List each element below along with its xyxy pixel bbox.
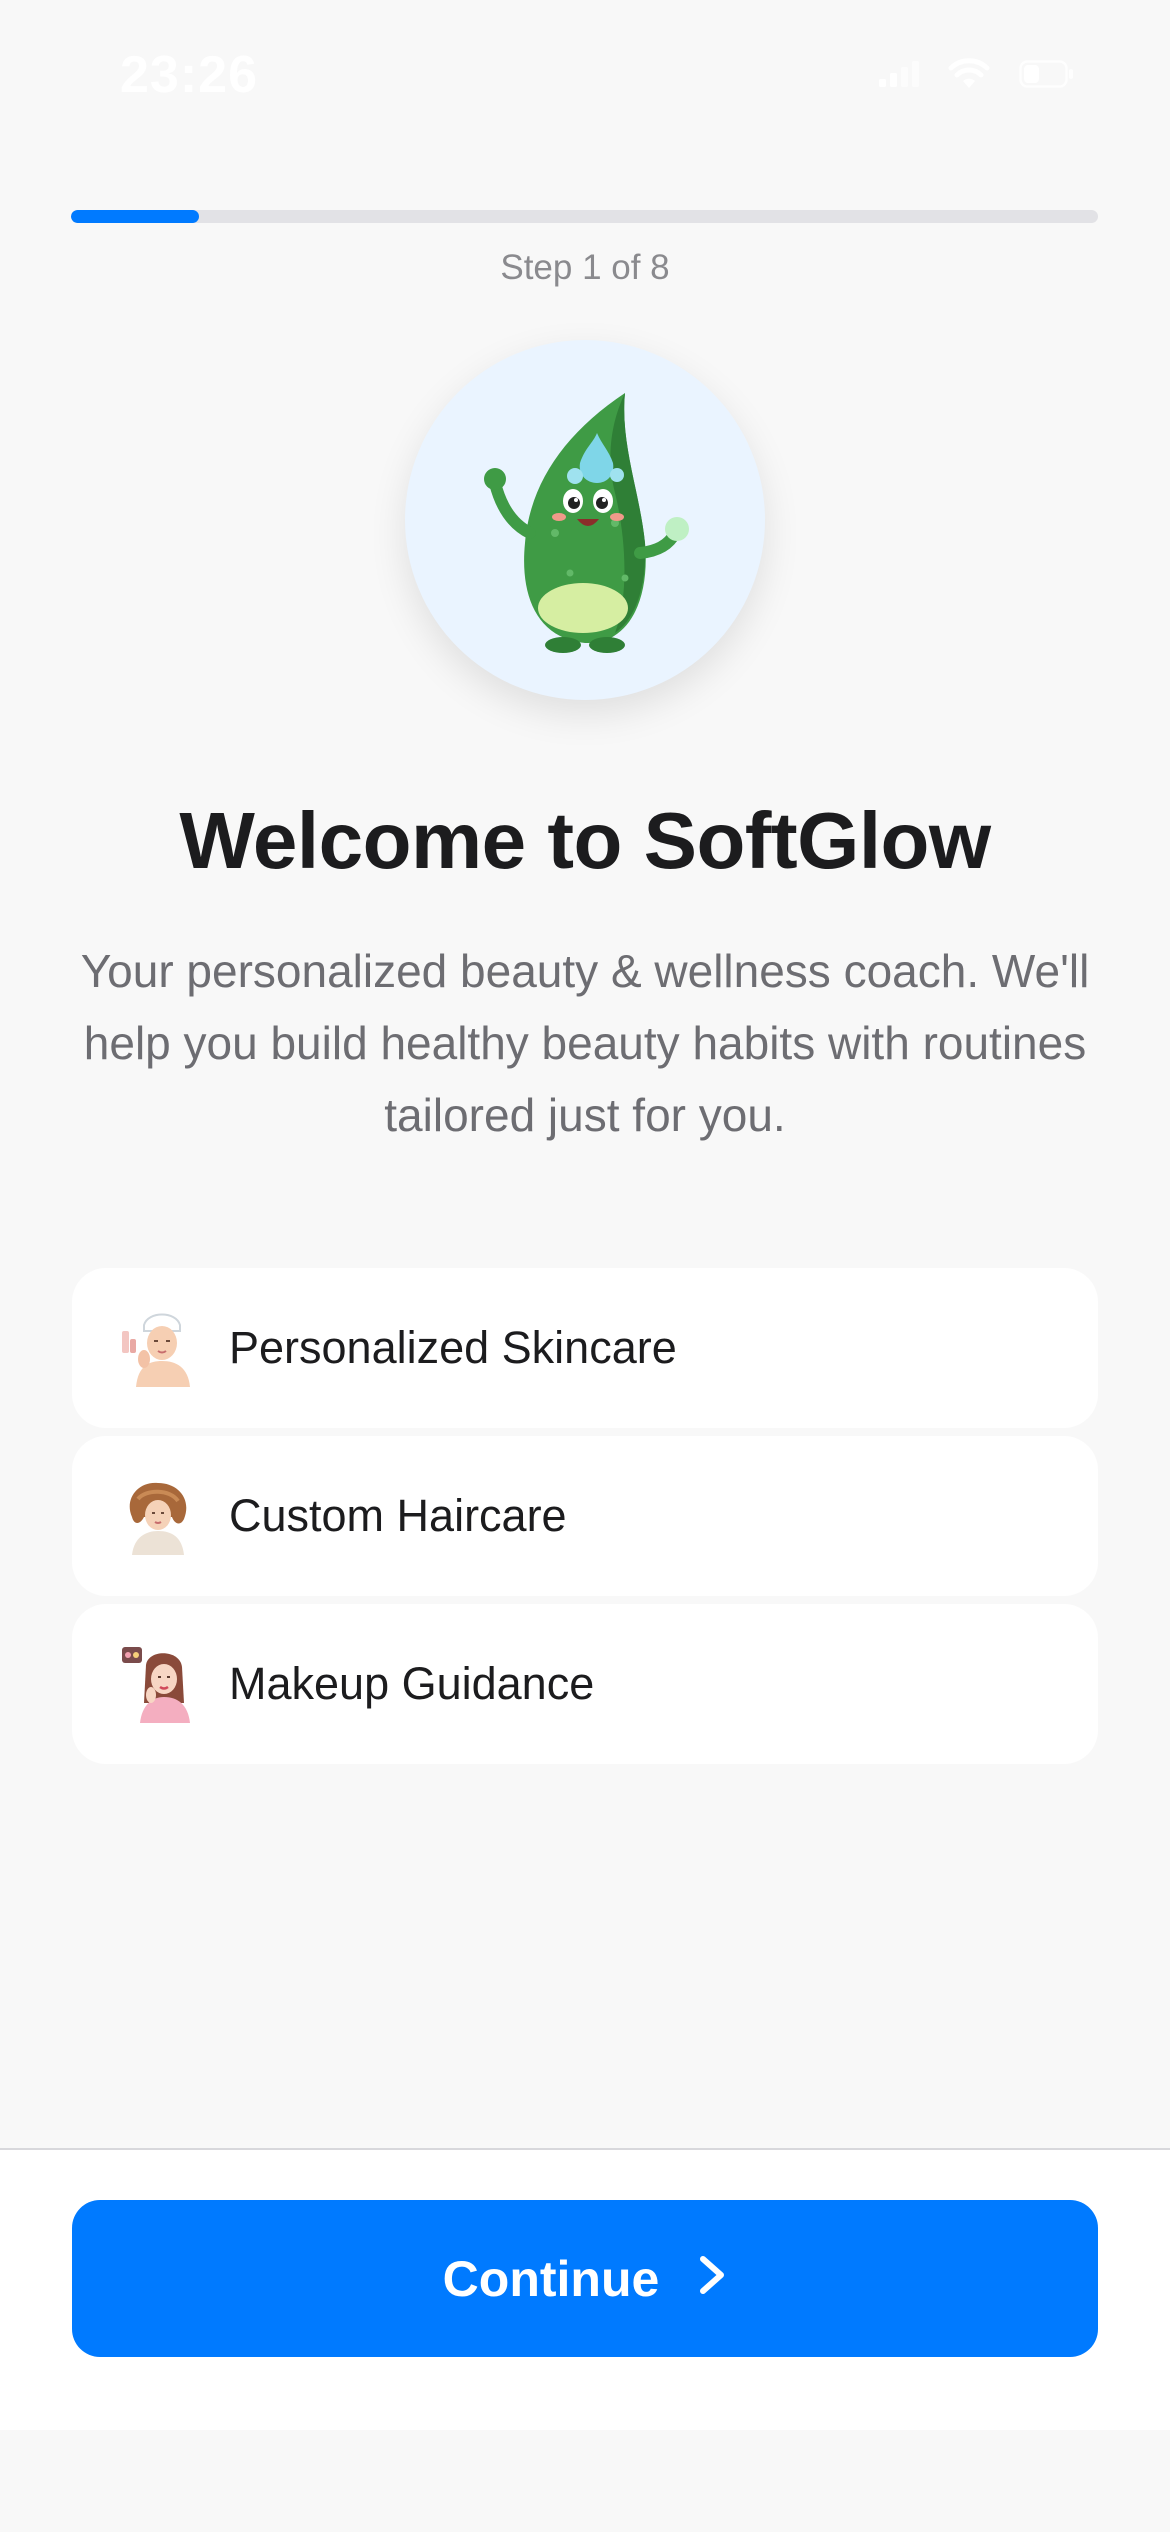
progress-fill [71, 210, 200, 223]
feature-label-haircare: Custom Haircare [229, 1490, 567, 1541]
continue-button[interactable]: Continue [72, 2200, 1098, 2357]
status-icons [879, 58, 1075, 95]
battery-icon [1019, 60, 1075, 93]
skincare-woman-icon [118, 1309, 196, 1387]
chevron-right-icon [697, 2250, 727, 2308]
feature-label-makeup: Makeup Guidance [229, 1658, 595, 1709]
continue-label: Continue [442, 2250, 660, 2307]
mascot-avatar [405, 340, 765, 700]
welcome-subtitle: Your personalized beauty & wellness coac… [80, 945, 1090, 1141]
onboarding-progress-bar [71, 210, 1098, 223]
makeup-woman-icon [118, 1645, 196, 1723]
status-time: 23:26 [120, 46, 258, 104]
status-bar: 23:26 [0, 0, 1170, 150]
welcome-title: Welcome to SoftGlow [179, 796, 991, 885]
haircare-woman-icon [118, 1477, 196, 1555]
feature-label-skincare: Personalized Skincare [229, 1322, 677, 1373]
step-label: Step 1 of 8 [500, 248, 670, 287]
feature-card-haircare: Custom Haircare [72, 1436, 1098, 1596]
signal-icon [879, 61, 919, 92]
wifi-icon [947, 58, 991, 95]
aloe-vera-mascot-icon [475, 383, 695, 658]
feature-card-makeup: Makeup Guidance [72, 1604, 1098, 1764]
feature-card-skincare: Personalized Skincare [72, 1268, 1098, 1428]
